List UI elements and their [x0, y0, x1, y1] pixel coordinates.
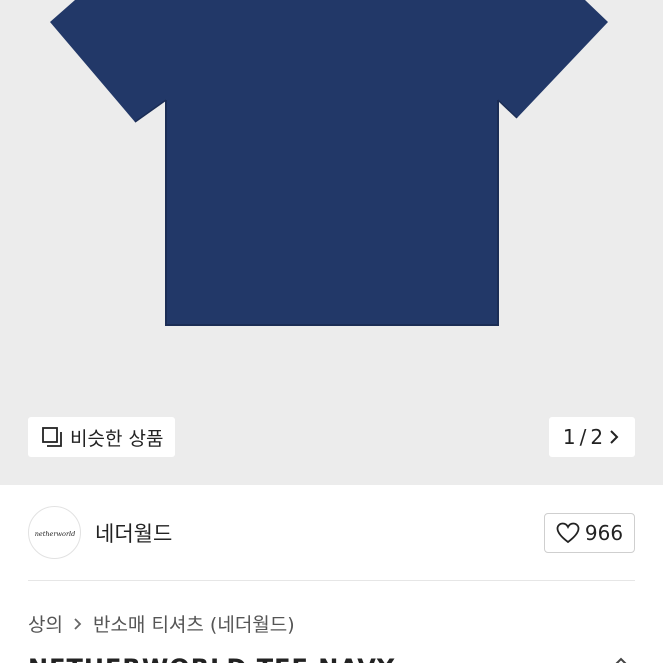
image-pager[interactable]: 1 / 2 [549, 417, 635, 457]
breadcrumb-item-subcategory[interactable]: 반소매 티셔츠 (네더월드) [93, 610, 295, 637]
seller-name[interactable]: 네더월드 [95, 518, 544, 548]
product-image [50, 0, 608, 326]
similar-products-button[interactable]: 비슷한 상품 [28, 417, 176, 457]
pager-current: 1 [562, 425, 576, 449]
chevron-right-icon [610, 430, 619, 444]
seller-logo[interactable]: netherworld [28, 506, 81, 559]
seller-row: netherworld 네더월드 966 [28, 505, 635, 560]
similar-items-icon [42, 427, 62, 447]
product-title: NETHERWORLD TEE NAVY [28, 654, 395, 663]
like-count: 966 [584, 520, 624, 545]
product-image-gallery[interactable]: 비슷한 상품 1 / 2 [0, 0, 663, 485]
seller-logo-mark: netherworld [34, 530, 75, 538]
heart-icon [556, 522, 580, 543]
share-icon[interactable] [610, 656, 632, 663]
breadcrumb: 상의 반소매 티셔츠 (네더월드) [28, 610, 295, 637]
pager-separator: / [579, 425, 587, 449]
breadcrumb-item-category[interactable]: 상의 [28, 610, 63, 637]
divider [28, 580, 635, 581]
like-button[interactable]: 966 [544, 512, 635, 553]
pager-total: 2 [590, 425, 604, 449]
svg-text:netherworld: netherworld [34, 530, 75, 538]
similar-products-label: 비슷한 상품 [70, 427, 164, 450]
chevron-right-icon [74, 617, 82, 630]
